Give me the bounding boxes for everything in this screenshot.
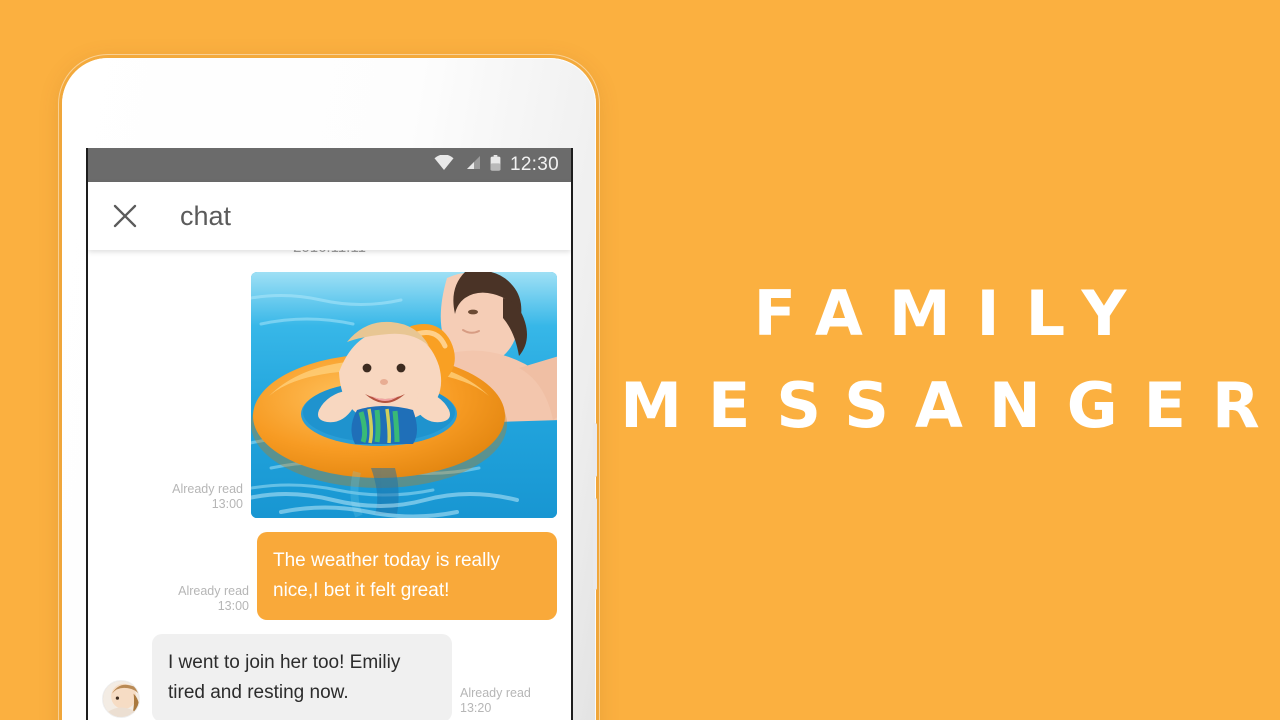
phone-screen: 12:30 chat 2016.11.11 Already read 13:00 — [86, 148, 573, 720]
read-status: Already read — [460, 686, 531, 700]
message-meta: Already read 13:00 — [172, 482, 243, 518]
message-photo[interactable] — [251, 272, 557, 518]
message-bubble[interactable]: I went to join her too! Emiliy tired and… — [152, 634, 452, 720]
hero-title-block: FAMILY MESSANGER — [600, 0, 1280, 720]
hero-title-line-1: FAMILY — [753, 277, 1153, 350]
close-icon[interactable] — [110, 201, 140, 231]
phone-mockup: 12:30 chat 2016.11.11 Already read 13:00 — [58, 54, 600, 720]
message-meta: Already read 13:00 — [178, 584, 249, 620]
message-meta: Already read 13:20 — [460, 686, 531, 720]
message-time: 13:20 — [460, 701, 492, 715]
power-button[interactable] — [593, 498, 597, 590]
message-row-join: I went to join her too! Emiliy tired and… — [102, 634, 557, 720]
app-toolbar: chat — [88, 182, 571, 250]
message-list[interactable]: 2016.11.11 Already read 13:00 — [88, 250, 571, 720]
wifi-icon — [434, 154, 454, 175]
battery-icon — [490, 154, 501, 176]
message-time: 13:00 — [217, 599, 249, 613]
message-time: 13:00 — [211, 497, 243, 511]
status-bar: 12:30 — [88, 148, 571, 182]
avatar[interactable] — [102, 680, 140, 718]
message-row-photo: Already read 13:00 — [102, 272, 557, 518]
status-bar-clock: 12:30 — [509, 154, 559, 175]
read-status: Already read — [178, 584, 249, 598]
page-title: chat — [180, 200, 232, 231]
read-status: Already read — [172, 482, 243, 496]
hero-title-line-2: MESSANGER — [620, 369, 1280, 442]
cell-signal-icon — [463, 155, 481, 175]
date-divider: 2016.11.11 — [102, 250, 557, 258]
message-bubble[interactable]: The weather today is really nice,I bet i… — [257, 532, 557, 620]
message-row-weather: Already read 13:00 The weather today is … — [102, 532, 557, 620]
